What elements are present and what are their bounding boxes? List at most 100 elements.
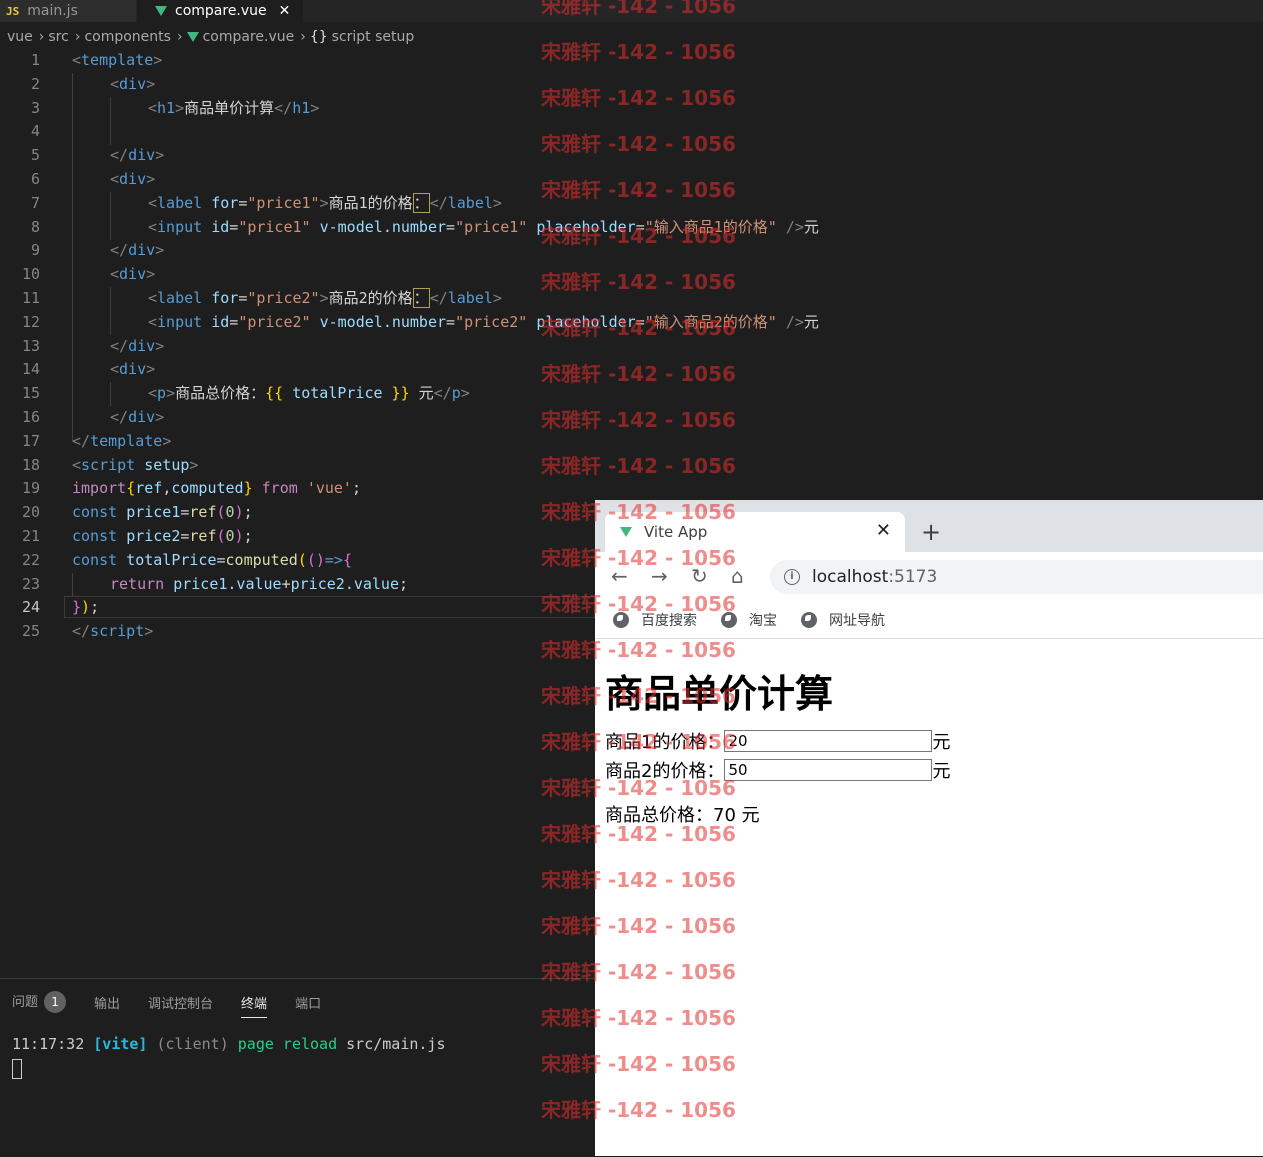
- total-value: 70: [713, 805, 736, 826]
- new-tab-button[interactable]: +: [921, 518, 941, 546]
- forward-arrow-icon[interactable]: →: [651, 564, 668, 588]
- code-line[interactable]: 12 <input id="price2" v-model.number="pri…: [0, 311, 1263, 335]
- tab-label: main.js: [27, 3, 78, 19]
- code-line[interactable]: 4: [0, 120, 1263, 144]
- code-line[interactable]: 8 <input id="price1" v-model.number="pric…: [0, 216, 1263, 240]
- code-text: </div>: [110, 336, 165, 355]
- tab-ports[interactable]: 端口: [295, 993, 321, 1012]
- browser-tab[interactable]: Vite App ✕: [605, 512, 905, 552]
- breadcrumb-item[interactable]: components: [84, 29, 171, 45]
- code-text: </div>: [110, 407, 165, 426]
- code-line[interactable]: 3 <h1>商品单价计算</h1>: [0, 97, 1263, 121]
- tab-compare-vue[interactable]: compare.vue ✕: [137, 0, 303, 22]
- tab-output[interactable]: 输出: [94, 993, 120, 1012]
- page-title: 商品单价计算: [605, 672, 834, 716]
- code-line[interactable]: 2 <div>: [0, 73, 1263, 97]
- code-text: <div>: [110, 360, 156, 379]
- code-text: <script setup>: [72, 455, 199, 474]
- line-number: 23: [21, 574, 40, 593]
- close-icon[interactable]: ✕: [876, 520, 891, 541]
- address-bar[interactable]: i localhost:5173: [770, 560, 1263, 594]
- tab-label: compare.vue: [175, 3, 267, 19]
- code-text: </div>: [110, 241, 165, 260]
- code-text: <template>: [72, 51, 163, 69]
- line-number: 20: [21, 503, 40, 522]
- chevron-right-icon: ›: [74, 29, 81, 45]
- line-number: 10: [21, 265, 40, 284]
- editor-tab-bar: JS main.js compare.vue ✕: [0, 0, 1263, 22]
- line-number: 4: [30, 122, 40, 141]
- breadcrumb-item[interactable]: src: [48, 29, 68, 45]
- code-line[interactable]: 5 </div>: [0, 144, 1263, 168]
- back-arrow-icon[interactable]: ←: [611, 564, 628, 588]
- code-text: <h1>商品单价计算</h1>: [148, 98, 320, 117]
- code-line[interactable]: 17 </template>: [0, 430, 1263, 454]
- code-line[interactable]: 11 <label for="price2">商品2的价格：</label>: [0, 287, 1263, 311]
- total-price: 商品总价格：70 元: [605, 805, 760, 826]
- code-text: </div>: [110, 146, 165, 165]
- code-line[interactable]: 9 </div>: [0, 239, 1263, 263]
- code-line[interactable]: 1 <template>: [0, 49, 1263, 73]
- terminal-message: page reload: [237, 1035, 338, 1053]
- terminal-output[interactable]: 11:17:32 [vite] (client) page reload src…: [12, 1035, 446, 1053]
- bookmark-item[interactable]: 百度搜索: [613, 610, 697, 630]
- breadcrumb-item[interactable]: compare.vue: [203, 29, 295, 45]
- tab-terminal[interactable]: 终端: [241, 993, 268, 1018]
- code-line[interactable]: 6 <div>: [0, 168, 1263, 192]
- breadcrumb-item[interactable]: vue: [7, 29, 33, 45]
- price2-row: 商品2的价格： 元: [605, 755, 950, 784]
- vue-icon: [620, 527, 632, 537]
- tab-problems[interactable]: 问题 1: [12, 991, 67, 1013]
- line-number: 1: [30, 51, 40, 69]
- terminal-tag: [vite]: [93, 1035, 148, 1053]
- code-line[interactable]: 14 <div>: [0, 358, 1263, 382]
- bookmark-item[interactable]: 淘宝: [721, 610, 777, 630]
- chevron-right-icon: ›: [300, 29, 306, 45]
- code-text: <div>: [110, 74, 156, 93]
- bottom-panel: 问题 1 输出 调试控制台 终端 端口 11:17:32 [vite] (clie…: [0, 978, 595, 1157]
- line-number: 17: [21, 431, 40, 450]
- code-text: <div>: [110, 169, 156, 188]
- code-line[interactable]: 13 </div>: [0, 335, 1263, 359]
- code-text: </script>: [72, 622, 154, 641]
- line-number: 2: [30, 74, 40, 93]
- problems-count-badge: 1: [44, 991, 67, 1013]
- code-line[interactable]: 15 <p>商品总价格：{{ totalPrice }} 元</p>: [0, 382, 1263, 406]
- current-line-highlight: [64, 596, 595, 619]
- code-line[interactable]: 16 </div>: [0, 406, 1263, 430]
- price2-input[interactable]: [724, 758, 933, 781]
- price1-row: 商品1的价格： 元: [605, 726, 950, 755]
- line-number: 22: [21, 550, 40, 569]
- code-line[interactable]: 19 import{ref,computed} from 'vue';: [0, 477, 1263, 501]
- code-text: const price2=ref(0);: [72, 526, 253, 545]
- breadcrumb-item[interactable]: script setup: [332, 29, 415, 45]
- terminal-cursor: [12, 1059, 22, 1079]
- close-icon[interactable]: ✕: [279, 3, 291, 19]
- home-icon[interactable]: ⌂: [731, 564, 744, 588]
- vue-icon: [186, 32, 199, 42]
- braces-icon: {}: [309, 29, 328, 45]
- chevron-right-icon: ›: [176, 29, 183, 45]
- breadcrumb: vue › src › components › compare.vue › {} scr…: [0, 26, 418, 48]
- line-number: 18: [21, 455, 40, 474]
- globe-icon: [613, 612, 629, 628]
- bookmark-item[interactable]: 网址导航: [801, 610, 885, 630]
- code-line[interactable]: 10 <div>: [0, 263, 1263, 287]
- reload-icon[interactable]: ↻: [691, 564, 708, 588]
- unit-label: 元: [932, 760, 951, 782]
- line-number: 14: [21, 360, 40, 379]
- price1-label: 商品1的价格：: [605, 731, 725, 753]
- line-number: 6: [30, 169, 40, 188]
- tab-main-js[interactable]: JS main.js: [0, 0, 136, 22]
- line-number: 24: [21, 598, 40, 617]
- terminal-time: 11:17:32: [12, 1035, 85, 1053]
- browser-toolbar: ← → ↻ ⌂ i localhost:5173: [595, 552, 1263, 602]
- panel-tabs: 问题 1 输出 调试控制台 终端 端口: [12, 991, 349, 1018]
- line-number: 16: [21, 407, 40, 426]
- globe-icon: [721, 612, 737, 628]
- code-line[interactable]: 7 <label for="price1">商品1的价格：</label>: [0, 192, 1263, 216]
- code-line[interactable]: 18 <script setup>: [0, 454, 1263, 478]
- price1-input[interactable]: [724, 729, 933, 752]
- tab-debug-console[interactable]: 调试控制台: [148, 993, 213, 1012]
- info-icon[interactable]: i: [784, 569, 800, 585]
